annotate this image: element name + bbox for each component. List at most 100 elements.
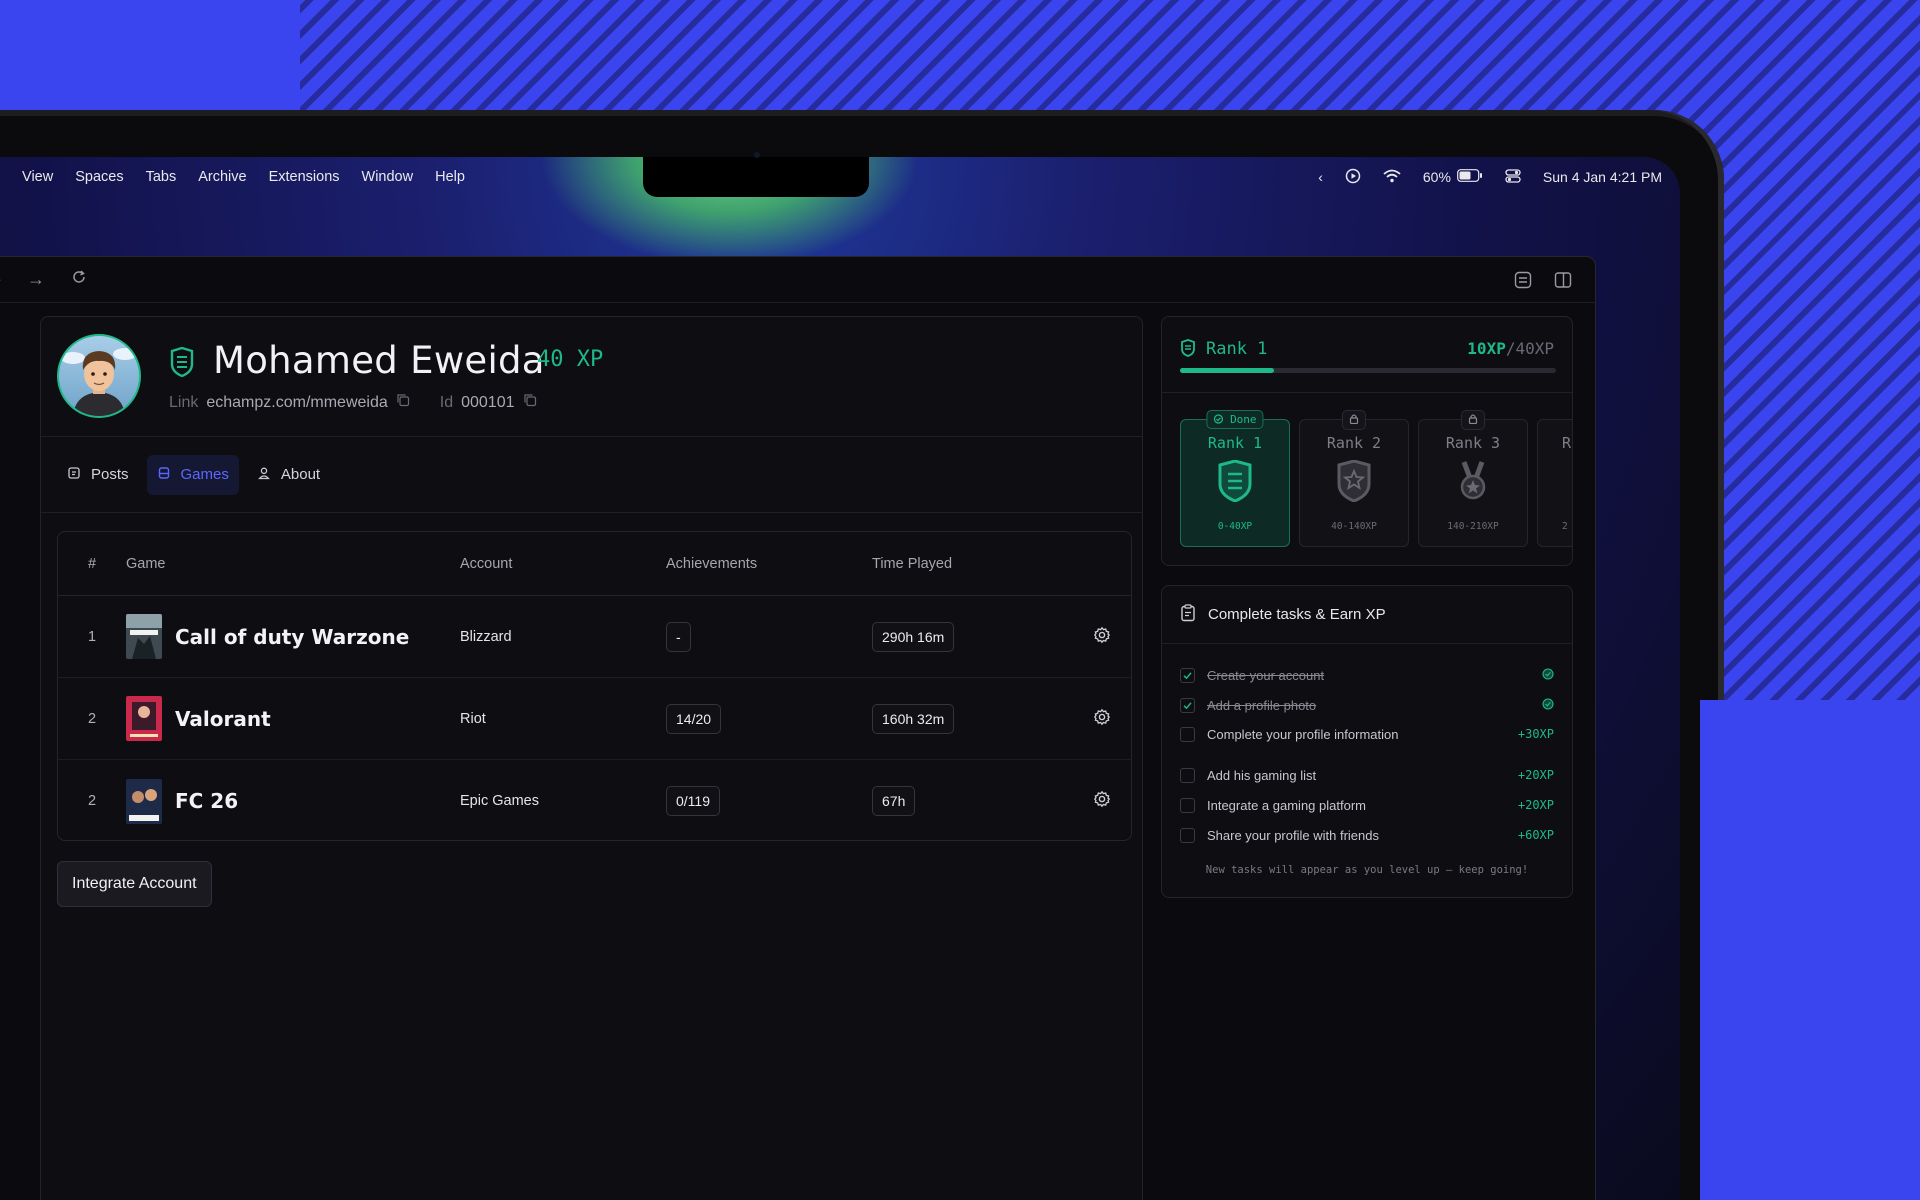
battery-icon[interactable] — [1457, 169, 1483, 185]
rank-total-xp: /40XP — [1505, 339, 1554, 358]
game-cover-warzone — [126, 614, 162, 659]
avatar[interactable] — [57, 334, 141, 418]
posts-icon — [67, 466, 81, 484]
rank-card-4[interactable]: R 2 — [1537, 419, 1572, 547]
tab-games-label: Games — [180, 466, 229, 483]
tab-posts[interactable]: Posts — [57, 455, 139, 495]
achievements-chip: 14/20 — [666, 703, 722, 734]
row-number: 2 — [87, 793, 97, 809]
rank-card-1[interactable]: Done Rank 1 0-40XP — [1180, 410, 1290, 547]
id-label: Id — [439, 393, 454, 411]
rank-card-range: 40-140XP — [1331, 521, 1377, 532]
rank-header: Rank 1 10XP/40XP — [1162, 317, 1572, 393]
gamepad-icon — [157, 466, 171, 484]
rank-3-medal-icon — [1419, 460, 1527, 507]
game-account: Riot — [460, 710, 486, 727]
rank-1-shield-icon — [1181, 459, 1289, 507]
copy-link-icon[interactable] — [396, 393, 410, 412]
task-complete-icon — [1542, 667, 1554, 683]
rank-card-name: Rank 3 — [1445, 434, 1501, 452]
menu-item-window[interactable]: Window — [362, 169, 414, 185]
rank-card-range: 140-210XP — [1447, 521, 1499, 532]
rank-progress-fill — [1180, 368, 1274, 373]
integrate-account-button[interactable]: Integrate Account — [57, 861, 212, 907]
forward-icon[interactable]: → — [27, 269, 45, 290]
game-cover-fc26 — [126, 778, 162, 824]
tasks-header: Complete tasks & Earn XP — [1162, 586, 1572, 644]
lock-icon — [1461, 410, 1485, 430]
tasks-footer: New tasks will appear as you level up — … — [1205, 864, 1529, 876]
link-label: Link — [169, 393, 199, 411]
rank-card-3[interactable]: Rank 3 140-210XP — [1418, 410, 1528, 547]
time-played-chip: 290h 16m — [872, 621, 955, 652]
menu-item-help[interactable]: Help — [435, 169, 465, 185]
checkbox[interactable] — [1180, 827, 1195, 843]
task-item[interactable]: Share your profile with friends +60XP — [1180, 825, 1554, 845]
reload-icon[interactable] — [71, 269, 87, 290]
game-account: Epic Games — [460, 793, 539, 809]
task-item[interactable]: Integrate a gaming platform +20XP — [1180, 795, 1554, 815]
camera-notch — [643, 152, 869, 197]
menu-item-spaces[interactable]: Spaces — [75, 169, 123, 185]
split-view-icon[interactable] — [1553, 270, 1573, 290]
table-row[interactable]: 2 Valorant Riot 14/20 160h 32m — [58, 678, 1131, 760]
task-item[interactable]: Complete your profile information +30XP — [1180, 724, 1554, 744]
table-row[interactable]: 1 Call of duty Warzone Blizzard - 290h 1… — [58, 596, 1131, 678]
task-item[interactable]: Add his gaming list +20XP — [1180, 765, 1554, 785]
rank-card-name: R — [1562, 434, 1572, 452]
task-item[interactable]: Create your account — [1180, 665, 1554, 685]
rank-card-2[interactable]: Rank 2 40-140XP — [1299, 410, 1409, 547]
game-name[interactable]: Valorant — [175, 707, 271, 731]
profile-link[interactable]: echampz.com/mmeweida — [206, 394, 387, 412]
menu-item-extensions[interactable]: Extensions — [269, 169, 340, 185]
task-xp: +30XP — [1517, 727, 1554, 741]
task-item[interactable]: Add a profile photo — [1180, 695, 1554, 715]
settings-gear-icon[interactable] — [1093, 790, 1111, 812]
battery-percent: 60% — [1422, 169, 1451, 185]
menu-item-archive[interactable]: Archive — [198, 169, 246, 185]
table-row[interactable]: 2 FC 26 Epic Games 0/119 67h — [58, 760, 1131, 840]
rank-done-label: Done — [1230, 413, 1257, 426]
play-circle-icon[interactable] — [1345, 168, 1361, 187]
rank-card-range: 0-40XP — [1217, 521, 1253, 532]
settings-gear-icon[interactable] — [1093, 626, 1111, 648]
desktop-background: t View Spaces Tabs Archive Extensions Wi… — [0, 0, 1920, 1200]
checkbox[interactable] — [1180, 767, 1195, 783]
game-name[interactable]: Call of duty Warzone — [175, 625, 409, 649]
tab-games[interactable]: Games — [146, 454, 239, 495]
checkbox[interactable] — [1180, 726, 1195, 742]
settings-gear-icon[interactable] — [1093, 708, 1111, 730]
copy-id-icon[interactable] — [523, 393, 537, 412]
time-played-chip: 67h — [872, 786, 916, 816]
menu-item-tabs[interactable]: Tabs — [146, 169, 177, 185]
rank-card-name: Rank 1 — [1207, 434, 1263, 452]
games-table: # Game Account Achievements Time Played … — [57, 531, 1132, 841]
menu-clock[interactable]: Sun 4 Jan 4:21 PM — [1543, 169, 1662, 185]
lock-icon — [1342, 410, 1366, 430]
tab-about-label: About — [280, 466, 321, 483]
checkbox-checked[interactable] — [1180, 667, 1195, 683]
customize-icon[interactable] — [1513, 270, 1533, 290]
wifi-icon[interactable] — [1383, 169, 1401, 186]
rank-current-xp: 10XP — [1467, 339, 1506, 358]
profile-header: Mohamed Eweida 40 XP Link echampz.com/mm… — [41, 317, 1142, 437]
game-account: Blizzard — [460, 628, 512, 645]
user-icon — [257, 466, 271, 484]
rank-card-range: 2 — [1562, 521, 1568, 532]
chevron-left-icon[interactable]: ‹ — [1318, 169, 1323, 185]
col-num: # — [87, 555, 97, 572]
back-icon[interactable]: - — [0, 269, 1, 290]
tasks-title: Complete tasks & Earn XP — [1208, 606, 1386, 623]
task-xp: +20XP — [1517, 798, 1554, 812]
col-achievements: Achievements — [666, 555, 758, 572]
clipboard-icon — [1180, 603, 1196, 626]
menu-item-view[interactable]: View — [22, 169, 53, 185]
control-center-icon[interactable] — [1505, 168, 1521, 186]
checkbox-checked[interactable] — [1180, 697, 1195, 713]
rank-shield-small-icon — [1180, 339, 1196, 362]
game-name[interactable]: FC 26 — [175, 789, 238, 813]
task-label: Add his gaming list — [1207, 767, 1317, 783]
tab-about[interactable]: About — [247, 455, 330, 495]
checkbox[interactable] — [1180, 797, 1195, 813]
task-label: Integrate a gaming platform — [1207, 797, 1366, 813]
